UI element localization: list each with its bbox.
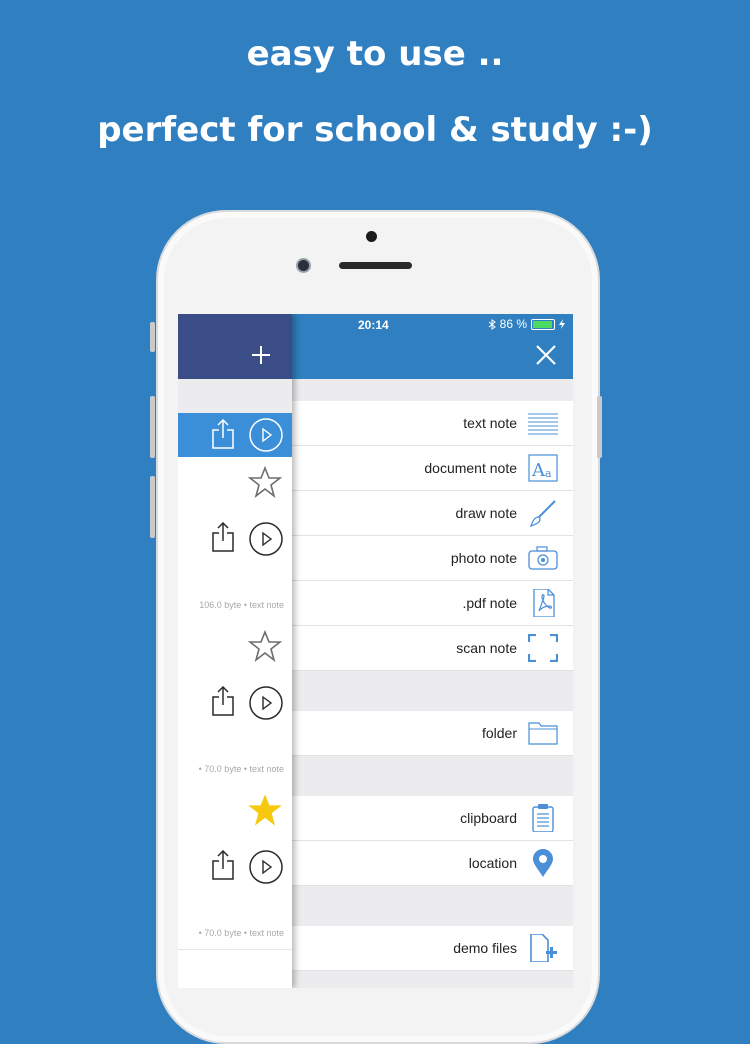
menu-item-label: document note — [424, 460, 517, 476]
scan-frame-icon — [528, 634, 558, 662]
battery-icon — [531, 318, 555, 330]
menu-spacer — [292, 971, 573, 988]
bluetooth-icon — [488, 318, 496, 330]
menu-spacer — [292, 671, 573, 711]
play-icon[interactable] — [248, 417, 284, 453]
proximity-sensor — [366, 231, 377, 242]
status-right: 86 % — [488, 317, 565, 331]
text-lines-icon — [528, 413, 558, 435]
menu-item-text-note[interactable]: text note — [292, 401, 573, 446]
clipboard-icon — [532, 804, 554, 832]
share-icon[interactable] — [211, 522, 235, 552]
camera-icon — [528, 546, 558, 570]
drawer-header — [178, 314, 292, 379]
mute-switch — [150, 322, 155, 352]
svg-text:A: A — [531, 460, 546, 481]
note-info: • 70.0 byte • text note — [198, 928, 284, 938]
battery-fill — [533, 320, 552, 328]
play-icon[interactable] — [248, 685, 284, 721]
plus-icon[interactable] — [250, 344, 272, 366]
menu-item-label: clipboard — [460, 810, 517, 826]
menu-item-folder[interactable]: folder — [292, 711, 573, 756]
menu-item-label: draw note — [455, 505, 517, 521]
menu-item-scan-note[interactable]: scan note — [292, 626, 573, 671]
play-icon[interactable] — [248, 521, 284, 557]
drawer-spacer — [178, 379, 292, 413]
note-info: • 70.0 byte • text note — [198, 764, 284, 774]
menu-spacer — [292, 756, 573, 796]
drawer-status-area — [178, 314, 292, 334]
note-cell[interactable]: • 70.0 byte • text note — [178, 621, 292, 786]
close-icon[interactable] — [533, 342, 559, 368]
menu-item-clipboard[interactable]: clipboard — [292, 796, 573, 841]
font-aa-icon: A a — [528, 454, 558, 482]
star-icon[interactable] — [248, 630, 282, 662]
share-icon[interactable] — [211, 419, 235, 449]
volume-up-button — [150, 396, 155, 458]
new-item-menu: text note document note A a draw note ph… — [292, 379, 573, 988]
battery-percent: 86 % — [499, 317, 527, 331]
earpiece-speaker — [339, 262, 412, 269]
menu-item-pdf-note[interactable]: .pdf note — [292, 581, 573, 626]
folder-icon — [528, 722, 558, 745]
notes-drawer: 106.0 byte • text note • 70.0 byte • tex… — [178, 314, 292, 988]
share-icon[interactable] — [211, 686, 235, 716]
menu-item-label: location — [468, 855, 517, 871]
menu-item-location[interactable]: location — [292, 841, 573, 886]
menu-item-draw-note[interactable]: draw note — [292, 491, 573, 536]
front-camera — [296, 258, 311, 273]
pdf-icon — [533, 589, 555, 617]
headline-line-1: easy to use .. — [246, 34, 504, 74]
status-time: 20:14 — [358, 318, 389, 332]
note-info: 106.0 byte • text note — [199, 600, 284, 610]
menu-item-demo-files[interactable]: demo files — [292, 926, 573, 971]
star-icon[interactable] — [248, 466, 282, 498]
headline-line-2: perfect for school & study :-) — [97, 110, 653, 150]
menu-item-document-note[interactable]: document note A a — [292, 446, 573, 491]
menu-item-label: demo files — [453, 940, 517, 956]
menu-spacer — [292, 886, 573, 926]
svg-text:a: a — [545, 467, 552, 480]
note-cell[interactable]: 106.0 byte • text note — [178, 457, 292, 622]
menu-item-label: photo note — [450, 550, 517, 566]
star-filled-icon[interactable] — [248, 794, 282, 826]
share-icon[interactable] — [211, 850, 235, 880]
brush-icon — [529, 500, 556, 527]
menu-item-label: scan note — [456, 640, 517, 656]
menu-item-label: .pdf note — [462, 595, 518, 611]
menu-item-label: text note — [463, 415, 517, 431]
play-icon[interactable] — [248, 849, 284, 885]
menu-item-photo-note[interactable]: photo note — [292, 536, 573, 581]
power-button — [597, 396, 602, 458]
add-file-icon — [530, 934, 557, 962]
menu-spacer — [292, 379, 573, 401]
charging-bolt-icon — [559, 319, 565, 329]
app-screen: ●●○○○ 20:14 86 % text note — [178, 314, 573, 988]
location-pin-icon — [533, 849, 553, 877]
note-cell[interactable]: • 70.0 byte • text note — [178, 785, 292, 950]
menu-item-label: folder — [481, 725, 517, 741]
volume-down-button — [150, 476, 155, 538]
selected-note-row[interactable] — [178, 413, 292, 457]
